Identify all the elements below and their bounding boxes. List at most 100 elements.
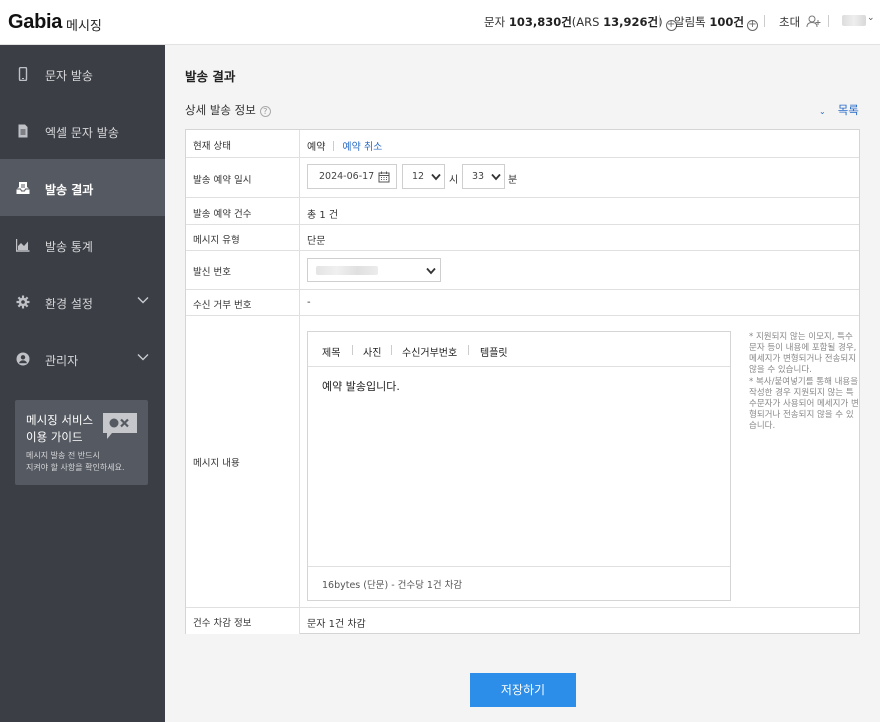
save-button[interactable]: 저장하기 <box>470 673 576 707</box>
guide-description: 메시지 발송 전 반드시 지켜야 할 사항을 확인하세요. <box>26 450 125 474</box>
sms-balance: 문자 103,830건(ARS 13,926건) + <box>484 14 677 31</box>
status-value: 예약 예약 취소 <box>307 138 382 153</box>
chevron-down-icon <box>491 173 501 181</box>
date-value: 2024-06-17 <box>319 171 375 182</box>
sms-count: 103,830건 <box>508 15 572 29</box>
sidebar-item-label: 문자 발송 <box>45 69 93 83</box>
chevron-down-icon <box>137 354 149 361</box>
sidebar-item-label: 발송 통계 <box>45 240 93 254</box>
row-label: 현재 상태 <box>193 141 231 152</box>
ars-label: (ARS <box>571 15 600 29</box>
add-user-icon <box>806 15 821 28</box>
row-header: 발송 예약 일시 <box>186 158 300 197</box>
invite-button[interactable]: 초대 <box>779 14 822 30</box>
tab-subject[interactable]: 제목 <box>322 344 340 359</box>
tab-template[interactable]: 템플릿 <box>480 344 508 359</box>
message-textarea[interactable]: 예약 발송입니다. <box>322 378 400 394</box>
minute-value: 33 <box>472 171 485 182</box>
row-label: 발송 예약 건수 <box>193 209 252 220</box>
row-label: 메시지 내용 <box>193 458 240 469</box>
row-header: 현재 상태 <box>186 130 300 157</box>
add-alimtalk-icon[interactable]: + <box>747 20 758 31</box>
row-header: 메시지 내용 <box>186 316 300 607</box>
help-icon[interactable]: ? <box>259 106 271 117</box>
message-type-value: 단문 <box>307 236 326 247</box>
chevron-down-icon[interactable]: ⌄ <box>867 13 875 23</box>
sidebar-item-admin[interactable]: 관리자 <box>0 330 165 387</box>
guide-title-line: 메시징 서비스 <box>26 413 94 427</box>
sidebar-item-sms-send[interactable]: 문자 발송 <box>0 45 165 102</box>
row-header: 수신 거부 번호 <box>186 290 300 315</box>
guide-title: 메시징 서비스 이용 가이드 <box>26 412 93 446</box>
row-count: 발송 예약 건수 총 1 건 <box>186 198 859 225</box>
chart-icon <box>16 239 30 252</box>
guide-desc-line: 메시지 발송 전 반드시 <box>26 451 100 460</box>
row-sender: 발신 번호 <box>186 251 859 290</box>
logo[interactable]: Gabia <box>8 11 62 34</box>
row-header: 메시지 유형 <box>186 225 300 250</box>
sidebar-item-label: 환경 설정 <box>45 297 93 311</box>
list-link-label: 목록 <box>837 103 859 117</box>
ars-count: 13,926건 <box>603 15 659 29</box>
note-text: * 복사/붙여넣기를 통해 내용을 작성한 경우 지원되지 않는 특수문자가 사… <box>749 377 859 431</box>
gear-icon <box>16 295 30 309</box>
byte-count: 16bytes (단문) - 건수당 1건 차감 <box>322 580 463 591</box>
sender-number-value <box>316 266 378 275</box>
chevron-down-icon <box>431 173 441 181</box>
detail-form: 현재 상태 예약 예약 취소 발송 예약 일시 2024-06-17 12 시 3… <box>185 129 860 634</box>
sidebar-item-excel-send[interactable]: 엑셀 문자 발송 <box>0 102 165 159</box>
row-label: 수신 거부 번호 <box>193 300 252 311</box>
row-label: 발신 번호 <box>193 267 231 278</box>
user-icon <box>16 352 30 366</box>
sidebar-item-send-result[interactable]: 발송 결과 <box>0 159 165 216</box>
minute-select[interactable]: 33 <box>462 164 505 189</box>
divider <box>468 345 469 355</box>
row-label: 메시지 유형 <box>193 235 240 246</box>
document-icon <box>18 124 28 138</box>
row-schedule: 발송 예약 일시 2024-06-17 12 시 33 분 <box>186 158 859 198</box>
guide-desc-line: 지켜야 할 사항을 확인하세요. <box>26 463 125 472</box>
divider <box>391 345 392 355</box>
user-account-name[interactable] <box>842 15 866 26</box>
note-text: * 지원되지 않는 이모지, 특수문자 등이 내용에 포함될 경우, 메세지가 … <box>749 332 857 375</box>
row-reject-number: 수신 거부 번호 - <box>186 290 859 316</box>
list-link[interactable]: ⌄ 목록 <box>819 102 859 118</box>
calendar-icon <box>378 171 390 183</box>
alimtalk-balance: 알림톡 100건 + <box>674 14 758 31</box>
chevron-down-icon: ⌄ <box>819 107 826 116</box>
section-title-text: 상세 발송 정보 <box>185 103 256 117</box>
minute-unit: 분 <box>508 175 518 186</box>
row-message-content: 메시지 내용 제목 사진 수신거부번호 템플릿 예약 발송입니다. 16byte… <box>186 316 859 608</box>
cancel-reservation-link[interactable]: 예약 취소 <box>342 142 382 153</box>
guide-title-line: 이용 가이드 <box>26 430 83 444</box>
page-title: 발송 결과 <box>185 69 236 84</box>
sidebar-item-label: 발송 결과 <box>45 183 94 197</box>
sidebar-item-statistics[interactable]: 발송 통계 <box>0 216 165 273</box>
hour-select[interactable]: 12 <box>402 164 445 189</box>
sidebar-item-label: 엑셀 문자 발송 <box>45 126 119 140</box>
row-header: 발신 번호 <box>186 251 300 289</box>
alimtalk-label: 알림톡 <box>674 15 706 29</box>
phone-icon <box>18 67 28 81</box>
sidebar-item-settings[interactable]: 환경 설정 <box>0 273 165 330</box>
alimtalk-count: 100건 <box>709 15 744 29</box>
message-editor: 제목 사진 수신거부번호 템플릿 예약 발송입니다. 16bytes (단문) … <box>307 331 731 601</box>
hour-value: 12 <box>412 171 425 182</box>
tab-photo[interactable]: 사진 <box>363 344 381 359</box>
content-notes: * 지원되지 않는 이모지, 특수문자 등이 내용에 포함될 경우, 메세지가 … <box>749 332 859 433</box>
sender-number-select[interactable] <box>307 258 441 282</box>
editor-toolbar: 제목 사진 수신거부번호 템플릿 <box>308 332 730 367</box>
date-picker[interactable]: 2024-06-17 <box>307 164 397 189</box>
row-deduct-info: 건수 차감 정보 문자 1건 차감 <box>186 608 859 634</box>
divider <box>828 15 829 27</box>
top-header: Gabia 메시징 문자 103,830건(ARS 13,926건) + 알림톡 … <box>0 0 880 45</box>
row-label: 발송 예약 일시 <box>193 175 252 186</box>
reject-number-value: - <box>307 297 311 308</box>
editor-footer: 16bytes (단문) - 건수당 1건 차감 <box>308 566 730 600</box>
row-header: 건수 차감 정보 <box>186 608 300 634</box>
status-text: 예약 <box>307 142 326 153</box>
tab-reject-number[interactable]: 수신거부번호 <box>402 344 457 359</box>
service-guide-banner[interactable]: 메시징 서비스 이용 가이드 메시지 발송 전 반드시 지켜야 할 사항을 확인… <box>15 400 148 485</box>
invite-label: 초대 <box>779 15 801 29</box>
chevron-down-icon <box>137 297 149 304</box>
